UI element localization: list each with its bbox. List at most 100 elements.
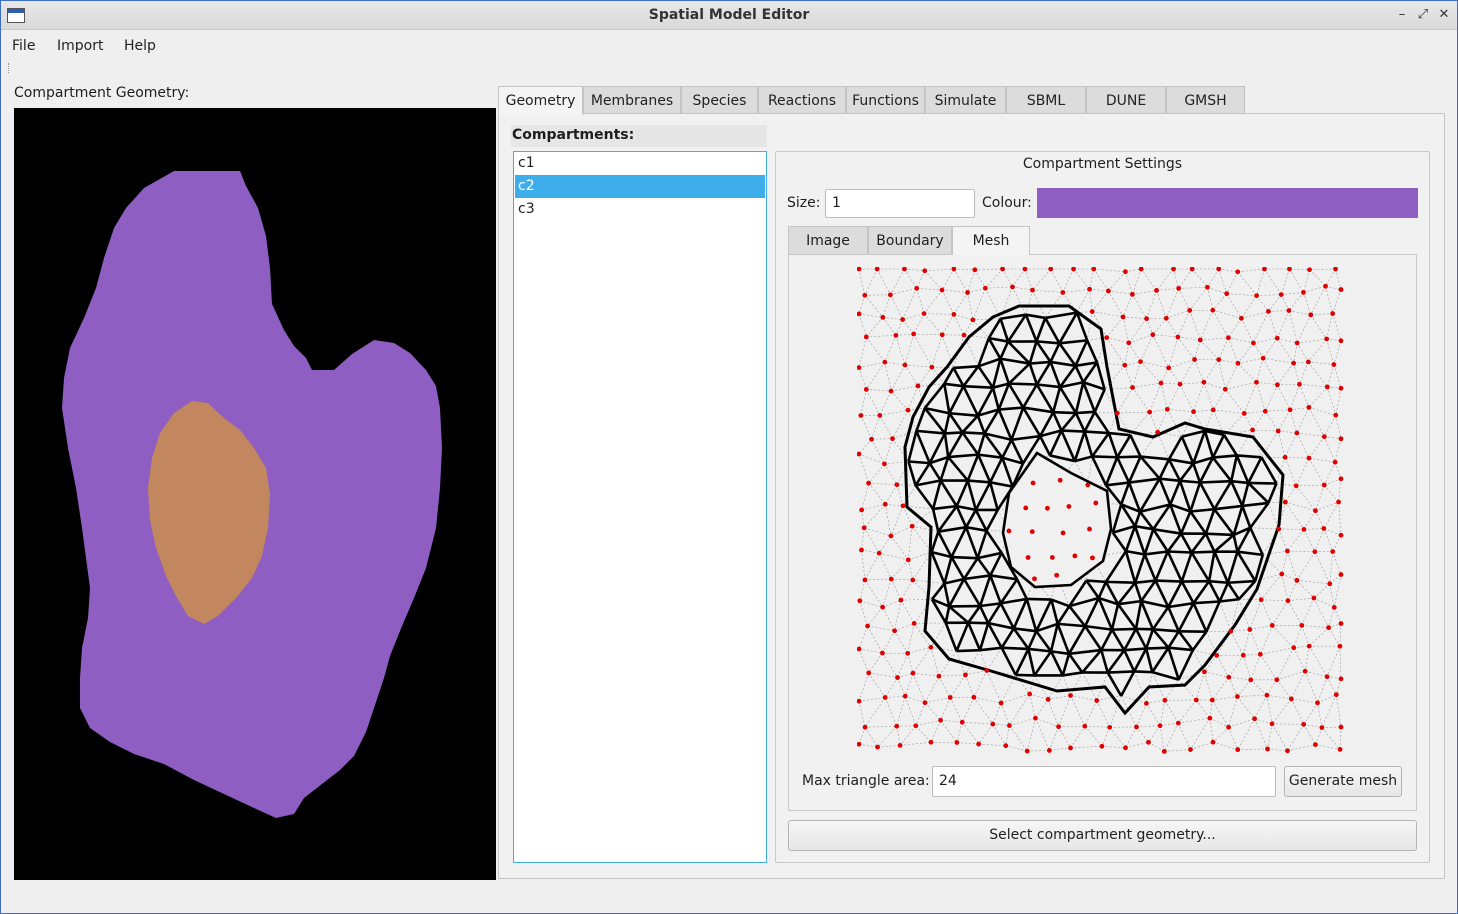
size-input[interactable]: 1 xyxy=(825,189,975,218)
mesh-edge xyxy=(947,431,964,458)
mesh-node xyxy=(1282,499,1288,505)
background-edge xyxy=(871,439,885,465)
minimize-icon[interactable]: – xyxy=(1395,7,1409,23)
background-edge xyxy=(1308,407,1325,437)
close-icon[interactable]: ✕ xyxy=(1437,7,1451,23)
mesh-edge xyxy=(1192,430,1207,464)
titlebar[interactable]: Spatial Model Editor – ⤢ ✕ xyxy=(1,1,1457,30)
mesh-edge xyxy=(1167,550,1192,554)
background-edge xyxy=(1339,646,1342,679)
list-item[interactable]: c3 xyxy=(515,198,765,221)
background-edge xyxy=(1260,625,1273,655)
mesh-node xyxy=(929,364,935,370)
tab-dune[interactable]: DUNE xyxy=(1086,86,1166,114)
mesh-edge xyxy=(1083,411,1096,433)
mesh-edge xyxy=(1027,648,1036,676)
mesh-node xyxy=(1252,716,1257,722)
tab-sbml[interactable]: SBML xyxy=(1006,86,1086,114)
background-edge xyxy=(1096,362,1125,366)
mesh-edge xyxy=(1061,653,1071,676)
background-edge xyxy=(1278,528,1288,552)
tab-gmsh[interactable]: GMSH xyxy=(1166,86,1245,114)
background-edge xyxy=(1189,287,1208,311)
subtab-image[interactable]: Image xyxy=(788,226,868,254)
mesh-node xyxy=(1306,643,1312,649)
mesh-node xyxy=(1338,676,1344,682)
background-edge xyxy=(913,333,943,336)
background-edge xyxy=(962,722,979,745)
mesh-node xyxy=(1307,267,1312,273)
subtab-boundary[interactable]: Boundary xyxy=(868,226,952,254)
tab-membranes[interactable]: Membranes xyxy=(583,86,681,114)
toolbar-grip[interactable] xyxy=(8,63,11,73)
background-edge xyxy=(890,535,909,561)
mesh-edge xyxy=(978,605,990,624)
max-triangle-area-input[interactable]: 24 xyxy=(932,766,1276,797)
list-item[interactable]: c1 xyxy=(515,152,765,175)
background-edge xyxy=(1194,339,1201,360)
background-edge xyxy=(1218,268,1238,273)
mesh-node xyxy=(1189,266,1195,272)
background-edge xyxy=(1136,726,1149,743)
mesh-edge xyxy=(931,480,942,510)
background-edge xyxy=(1180,382,1204,385)
mesh-edge xyxy=(1028,341,1038,364)
background-edge xyxy=(859,600,883,608)
colour-swatch-button[interactable] xyxy=(1037,188,1418,218)
mesh-edge xyxy=(1124,525,1137,552)
mesh-node xyxy=(902,266,907,272)
menu-file[interactable]: File xyxy=(12,38,35,54)
background-edge xyxy=(1012,268,1026,288)
select-geometry-button[interactable]: Select compartment geometry... xyxy=(788,820,1417,851)
background-edge xyxy=(1237,679,1251,697)
mesh-image[interactable] xyxy=(856,266,1345,756)
background-edge xyxy=(1291,671,1306,700)
mesh-node xyxy=(1138,266,1144,272)
mesh-edge xyxy=(1190,532,1207,554)
geometry-image[interactable] xyxy=(14,108,496,880)
list-item[interactable]: c2 xyxy=(515,175,765,198)
mesh-edge xyxy=(1104,456,1119,486)
tab-geometry[interactable]: Geometry xyxy=(498,86,583,115)
background-edge xyxy=(1194,359,1205,383)
background-edge xyxy=(1290,407,1309,411)
background-edge xyxy=(1303,529,1316,552)
mesh-edge xyxy=(1211,456,1233,482)
background-edge xyxy=(956,742,979,745)
subtab-mesh[interactable]: Mesh xyxy=(952,226,1030,255)
mesh-edge xyxy=(974,509,988,532)
tab-species[interactable]: Species xyxy=(681,86,758,114)
background-edge xyxy=(1261,599,1288,602)
mesh-edge xyxy=(967,605,982,624)
background-edge xyxy=(902,288,917,320)
background-edge xyxy=(1125,726,1137,748)
tab-reactions[interactable]: Reactions xyxy=(758,86,846,114)
background-edge xyxy=(1289,409,1298,434)
mesh-node xyxy=(895,675,900,680)
background-edge xyxy=(1228,677,1238,697)
generate-mesh-button[interactable]: Generate mesh xyxy=(1284,766,1402,797)
background-edge xyxy=(1250,654,1261,680)
mesh-edge xyxy=(1140,599,1169,609)
tab-functions[interactable]: Functions xyxy=(846,86,925,114)
tab-simulate[interactable]: Simulate xyxy=(925,86,1006,114)
background-edge xyxy=(1193,409,1214,412)
mesh-node xyxy=(1057,477,1063,483)
mesh-edge xyxy=(1168,601,1194,609)
mesh-node xyxy=(1010,284,1015,290)
background-edge xyxy=(858,361,885,368)
menu-help[interactable]: Help xyxy=(124,38,156,54)
background-edge xyxy=(1108,271,1126,292)
background-edge xyxy=(949,697,963,723)
restore-icon[interactable]: ⤢ xyxy=(1416,7,1430,23)
background-edge xyxy=(1328,607,1335,628)
menu-import[interactable]: Import xyxy=(57,38,103,54)
background-edge xyxy=(1152,318,1167,335)
background-edge xyxy=(900,741,931,746)
mesh-edge xyxy=(1134,670,1153,674)
compartments-list[interactable]: c1 c2 c3 xyxy=(513,151,767,863)
background-edge xyxy=(1277,362,1294,385)
mesh-node xyxy=(1291,360,1296,366)
mesh-edge xyxy=(955,505,968,528)
background-edge xyxy=(861,483,869,511)
